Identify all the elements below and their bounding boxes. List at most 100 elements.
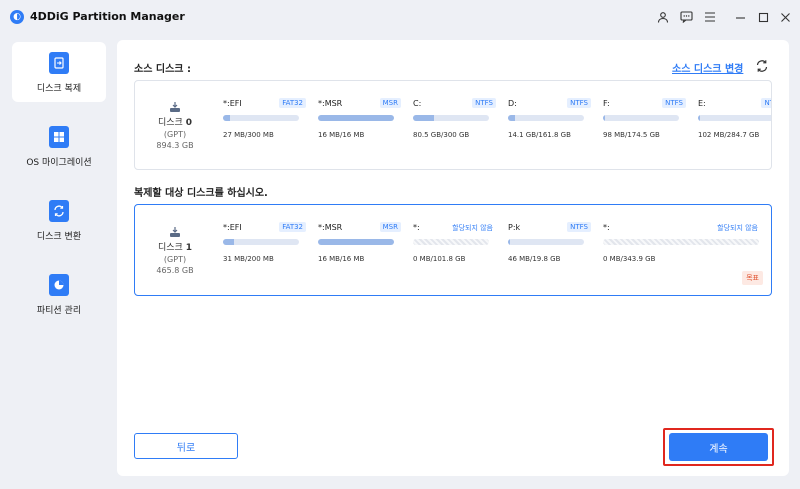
partition-list: *:EFI FAT32 27 MB/300 MB *:MSR MSR 16 MB/16 M… [223, 81, 771, 169]
sidebar-item-label: OS 마이그레이션 [26, 158, 92, 168]
disk-clone-icon [49, 52, 69, 74]
disk-icon [170, 101, 180, 112]
partition-name: *:EFI [223, 99, 242, 108]
partition-item: D: NTFS 14.1 GB/161.8 GB [508, 81, 603, 169]
partition-usage-bar [318, 239, 394, 245]
source-disk-card[interactable]: 디스크 0 (GPT) 894.3 GB *:EFI FAT32 27 MB/300… [134, 80, 772, 170]
minimize-icon[interactable] [731, 8, 749, 26]
partition-usage: 16 MB/16 MB [318, 255, 365, 263]
partition-usage-bar [318, 115, 394, 121]
partition-usage-bar [413, 239, 489, 245]
partition-name: P:k [508, 223, 521, 232]
sidebar-item-partition-manage[interactable]: 파티션 관리 [12, 264, 106, 324]
title-bar: ◐ 4DDiG Partition Manager [0, 0, 800, 34]
sidebar-item-os-migration[interactable]: OS 마이그레이션 [12, 116, 106, 176]
partition-filesystem: NTFS [567, 222, 591, 232]
convert-icon [49, 200, 69, 222]
partition-item: P:k NTFS 46 MB/19.8 GB [508, 205, 603, 295]
partition-usage: 46 MB/19.8 GB [508, 255, 561, 263]
partition-usage-bar [508, 115, 584, 121]
partition-usage-bar [413, 115, 489, 121]
partition-usage-fill [223, 115, 230, 121]
partition-filesystem: NTF [761, 98, 771, 108]
sidebar-item-disk-clone[interactable]: 디스크 복제 [12, 42, 106, 102]
partition-name: *: [603, 223, 610, 232]
feedback-icon[interactable] [677, 8, 695, 26]
target-disk-card[interactable]: 디스크 1 (GPT) 465.8 GB *:EFI FAT32 31 MB/200… [134, 204, 772, 296]
maximize-icon[interactable] [754, 8, 772, 26]
partition-list: *:EFI FAT32 31 MB/200 MB *:MSR MSR 16 MB/16 M… [223, 205, 771, 295]
partition-filesystem: NTFS [567, 98, 591, 108]
sidebar: 디스크 복제 OS 마이그레이션 디스크 변환 파티션 관리 [0, 34, 112, 489]
partition-usage-fill [318, 239, 394, 245]
windows-icon [49, 126, 69, 148]
partition-name: *:MSR [318, 99, 343, 108]
partition-filesystem: FAT32 [279, 222, 306, 232]
partition-usage: 14.1 GB/161.8 GB [508, 131, 571, 139]
partition-item: *:MSR MSR 16 MB/16 MB [318, 81, 413, 169]
partition-name: E: [698, 99, 706, 108]
target-disk-title: 복제할 대상 디스크를 하십시오. [134, 188, 268, 199]
pie-chart-icon [49, 274, 69, 296]
disk-icon [170, 226, 180, 237]
partition-usage-fill [603, 115, 605, 121]
partition-item: *:EFI FAT32 31 MB/200 MB [223, 205, 318, 295]
back-button[interactable]: 뒤로 [134, 433, 238, 459]
sidebar-item-disk-convert[interactable]: 디스크 변환 [12, 190, 106, 250]
partition-usage-fill [413, 115, 434, 121]
partition-filesystem: 할당되지 않음 [717, 224, 758, 232]
disk-info: 디스크 1 (GPT) 465.8 GB [135, 205, 215, 295]
partition-usage-bar [508, 239, 584, 245]
sidebar-item-label: 파티션 관리 [36, 306, 82, 316]
next-button-highlight: 계속 [663, 428, 774, 466]
partition-usage-fill [508, 115, 515, 121]
close-icon[interactable] [776, 8, 794, 26]
partition-usage-bar [603, 115, 679, 121]
partition-usage: 98 MB/174.5 GB [603, 131, 660, 139]
disk-name: 디스크 1 [158, 242, 192, 253]
target-badge: 목표 [742, 271, 763, 285]
partition-usage: 102 MB/284.7 GB [698, 131, 760, 139]
disk-name: 디스크 0 [158, 117, 192, 128]
sidebar-item-label: 디스크 복제 [36, 84, 82, 94]
app-title: 4DDiG Partition Manager [30, 10, 185, 23]
partition-name: *:MSR [318, 223, 343, 232]
partition-filesystem: 할당되지 않음 [452, 224, 493, 232]
menu-icon[interactable] [701, 8, 719, 26]
partition-usage-fill [223, 239, 235, 245]
partition-item: *:MSR MSR 16 MB/16 MB [318, 205, 413, 295]
disk-size: 894.3 GB [156, 140, 194, 150]
partition-name: F: [603, 99, 610, 108]
partition-filesystem: MSR [379, 98, 401, 108]
partition-item: F: NTFS 98 MB/174.5 GB [603, 81, 698, 169]
app-logo-icon: ◐ [10, 10, 24, 24]
partition-item: *: 할당되지 않음 0 MB/101.8 GB [413, 205, 508, 295]
source-disk-title: 소스 디스크 : [134, 64, 191, 75]
disk-partition-style: (GPT) [163, 254, 187, 264]
partition-name: D: [508, 99, 517, 108]
partition-filesystem: NTFS [662, 98, 686, 108]
partition-usage-bar [223, 115, 299, 121]
partition-filesystem: NTFS [472, 98, 496, 108]
disk-info: 디스크 0 (GPT) 894.3 GB [135, 81, 215, 169]
partition-usage: 0 MB/343.9 GB [603, 255, 656, 263]
partition-usage-fill [698, 115, 700, 121]
partition-usage-bar [603, 239, 759, 245]
partition-usage: 16 MB/16 MB [318, 131, 365, 139]
next-button[interactable]: 계속 [669, 433, 768, 461]
partition-usage: 0 MB/101.8 GB [413, 255, 466, 263]
account-icon[interactable] [654, 8, 672, 26]
change-source-disk-link[interactable]: 소스 디스크 변경 [672, 60, 743, 75]
partition-name: C: [413, 99, 422, 108]
partition-usage: 80.5 GB/300 GB [413, 131, 470, 139]
partition-filesystem: FAT32 [279, 98, 306, 108]
partition-filesystem: MSR [379, 222, 401, 232]
disk-partition-style: (GPT) [163, 129, 187, 139]
disk-size: 465.8 GB [156, 265, 194, 275]
partition-usage-bar [698, 115, 771, 121]
sidebar-item-label: 디스크 변환 [36, 232, 82, 242]
partition-name: *:EFI [223, 223, 242, 232]
partition-usage-fill [318, 115, 394, 121]
partition-usage: 27 MB/300 MB [223, 131, 274, 139]
refresh-icon[interactable] [755, 58, 769, 72]
